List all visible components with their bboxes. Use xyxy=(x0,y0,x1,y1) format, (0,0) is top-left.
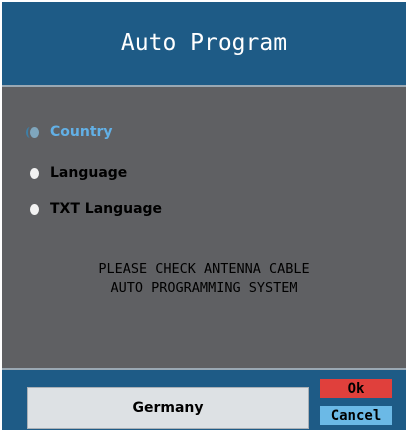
title-bar: Auto Program xyxy=(2,2,406,87)
message-line: PLEASE CHECK ANTENNA CABLE xyxy=(98,261,310,277)
menu-item-label: Language xyxy=(50,165,128,181)
menu-item-language[interactable]: Language xyxy=(30,162,127,184)
dialog-title: Auto Program xyxy=(120,30,288,56)
ok-button[interactable]: Ok xyxy=(320,379,392,398)
message-line: AUTO PROGRAMMING SYSTEM xyxy=(110,280,298,296)
status-message: PLEASE CHECK ANTENNA CABLE AUTO PROGRAMM… xyxy=(2,260,406,298)
menu-item-label: TXT Language xyxy=(50,201,163,217)
radio-icon xyxy=(30,203,39,215)
bottom-bar: Germany Ok Cancel xyxy=(2,368,406,430)
cancel-button[interactable]: Cancel xyxy=(320,406,392,425)
country-value-field[interactable]: Germany xyxy=(27,387,309,429)
menu-item-country[interactable]: Country xyxy=(26,121,113,143)
radio-icon xyxy=(30,167,39,179)
menu-item-label: Country xyxy=(50,124,113,140)
auto-program-dialog: Auto Program Country Language TXT Langua… xyxy=(2,2,406,430)
radio-selected-icon xyxy=(26,126,39,138)
menu-item-txt-language[interactable]: TXT Language xyxy=(30,198,162,220)
